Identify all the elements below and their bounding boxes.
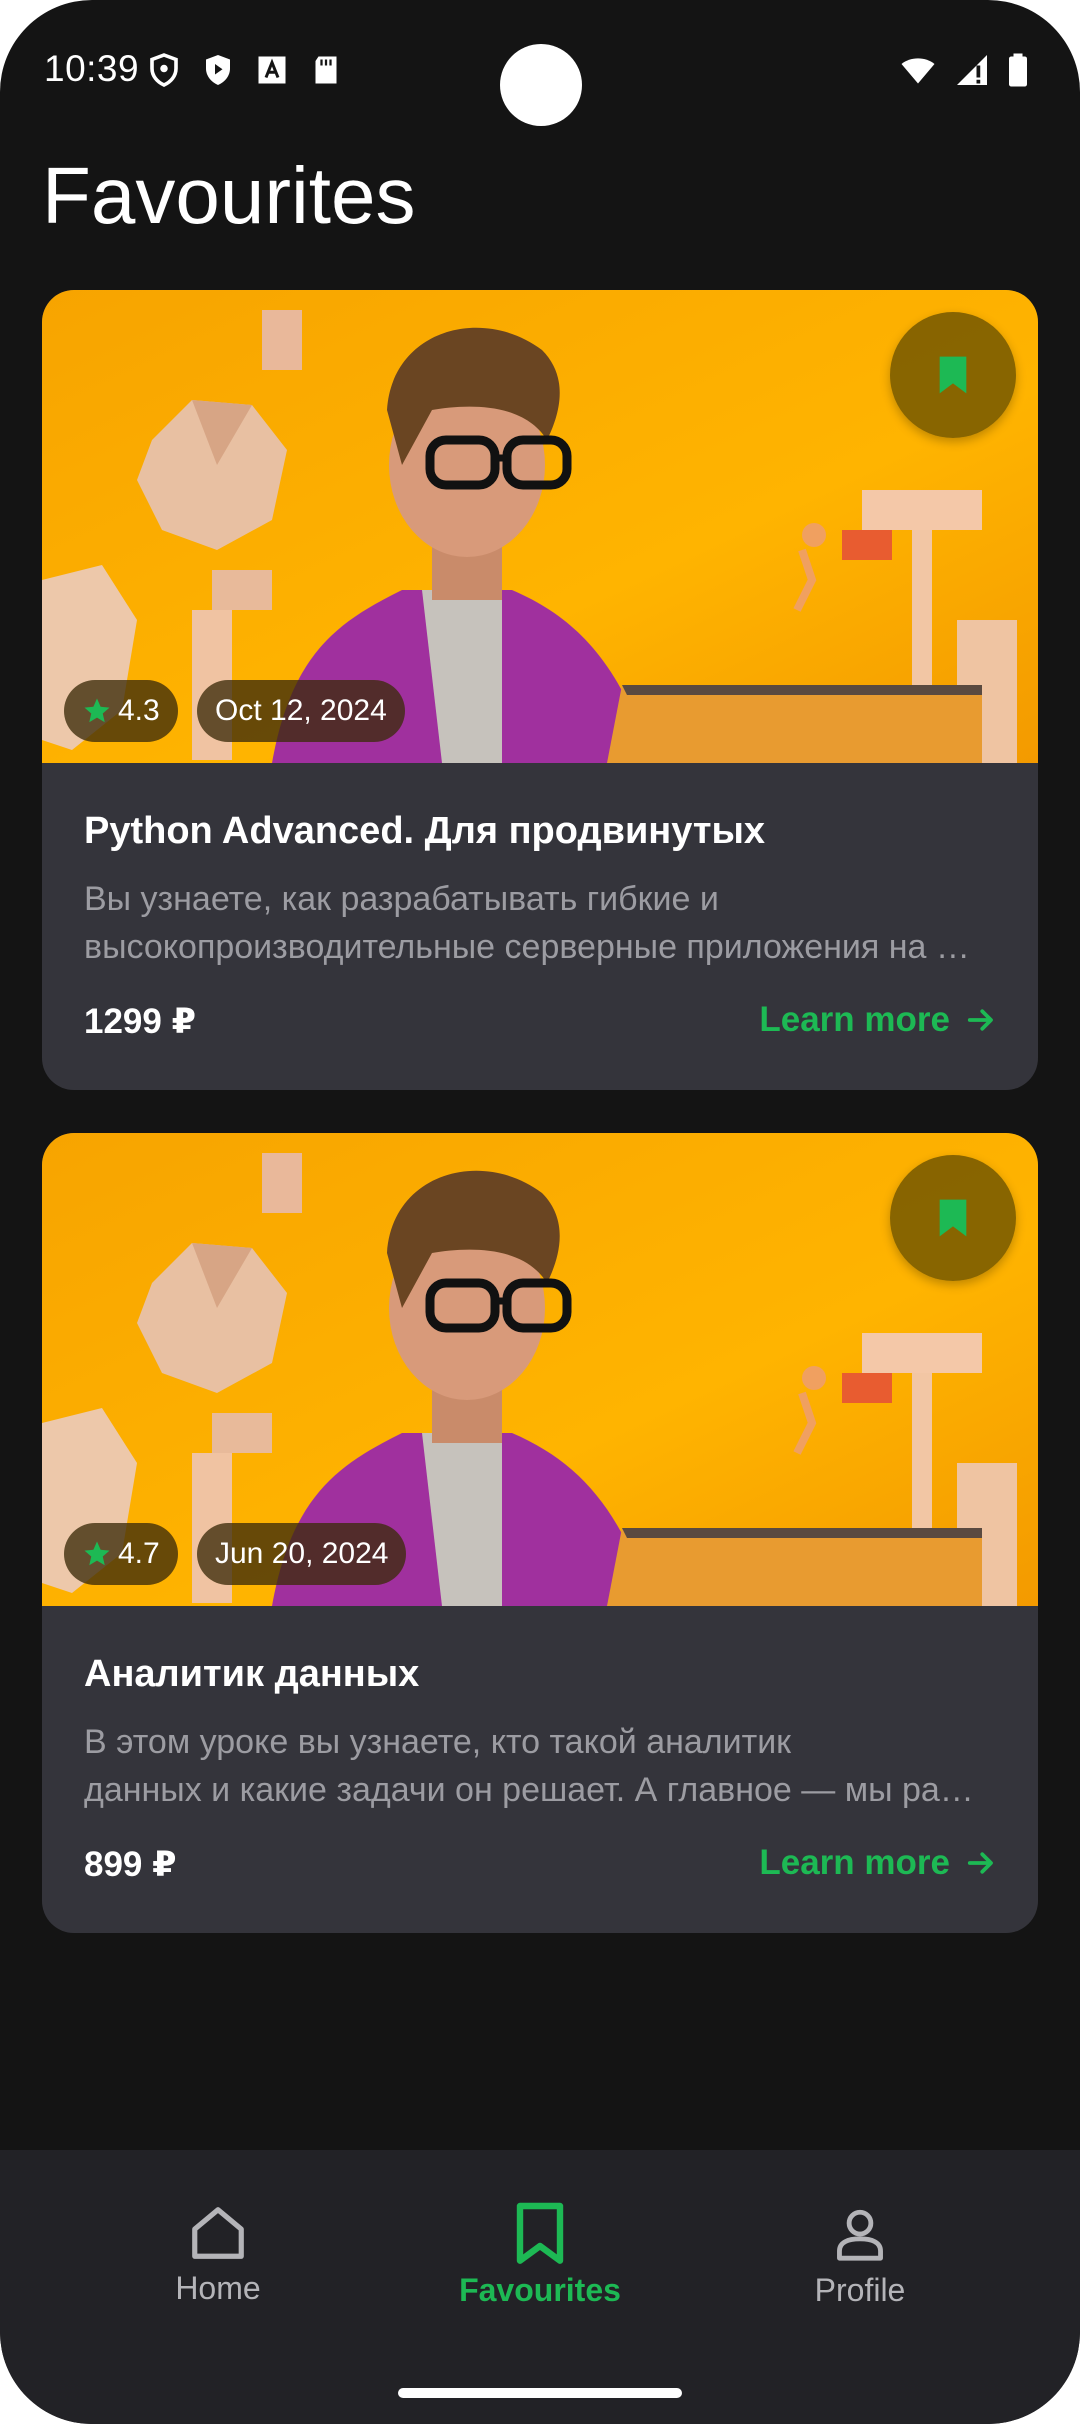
- bottom-navigation: Home Favourites Profile: [0, 2150, 1080, 2424]
- learn-more-label: Learn more: [759, 1843, 950, 1882]
- nav-label-profile: Profile: [814, 2272, 906, 2308]
- course-title: Аналитик данных: [84, 1653, 420, 1695]
- nav-label-home: Home: [175, 2270, 261, 2306]
- font-icon: [258, 56, 286, 84]
- course-description-line: данных и какие задачи он решает. А главн…: [84, 1771, 989, 1809]
- course-price: 899 ₽: [84, 1845, 177, 1884]
- home-icon: [192, 2207, 244, 2259]
- star-icon: [84, 698, 110, 723]
- wifi-icon: [901, 58, 935, 84]
- play-protect-icon: [206, 55, 230, 85]
- course-description: Вы узнаете, как разрабатывать гибкие и в…: [84, 875, 989, 971]
- phone-screen: 10:39 Favourites 4.3 Oct 12, 2024 Python…: [0, 0, 1080, 2424]
- rating-badge: 4.3: [64, 680, 178, 742]
- date-value: Jun 20, 2024: [215, 1537, 389, 1570]
- status-icons-left: [146, 52, 344, 88]
- course-cover-image: 4.7 Jun 20, 2024: [42, 1133, 1038, 1606]
- front-camera: [500, 44, 582, 126]
- arrow-right-icon: [967, 1852, 993, 1874]
- course-card[interactable]: 4.3 Oct 12, 2024 Python Advanced. Для пр…: [42, 290, 1038, 1090]
- date-badge: Oct 12, 2024: [197, 680, 405, 742]
- signal-icon: [957, 55, 987, 85]
- course-description-line: Вы узнаете, как разрабатывать гибкие и: [84, 880, 719, 918]
- rating-value: 4.3: [118, 694, 160, 727]
- course-description: В этом уроке вы узнаете, кто такой анали…: [84, 1718, 989, 1814]
- status-time: 10:39: [44, 48, 140, 89]
- shield-icon: [150, 53, 178, 87]
- nav-label-favourites: Favourites: [459, 2272, 621, 2308]
- bookmark-icon: [516, 2202, 564, 2264]
- bookmark-icon: [939, 356, 967, 394]
- home-indicator[interactable]: [398, 2388, 682, 2398]
- arrow-right-icon: [967, 1009, 993, 1031]
- bookmark-icon: [939, 1199, 967, 1237]
- sd-card-icon: [315, 56, 337, 84]
- rating-badge: 4.7: [64, 1523, 178, 1585]
- course-price: 1299 ₽: [84, 1002, 196, 1041]
- learn-more-label: Learn more: [759, 1000, 950, 1039]
- date-value: Oct 12, 2024: [215, 694, 387, 727]
- bookmark-button[interactable]: [890, 1155, 1016, 1281]
- battery-icon: [1009, 53, 1027, 87]
- course-cover-image: 4.3 Oct 12, 2024: [42, 290, 1038, 763]
- nav-item-home[interactable]: Home: [108, 2202, 328, 2307]
- course-description-line: В этом уроке вы узнаете, кто такой анали…: [84, 1723, 792, 1761]
- course-card[interactable]: 4.7 Jun 20, 2024 Аналитик данных В этом …: [42, 1133, 1038, 1933]
- nav-item-profile[interactable]: Profile: [750, 2202, 970, 2309]
- nav-item-favourites[interactable]: Favourites: [430, 2202, 650, 2309]
- status-icons-right: [898, 52, 1030, 88]
- status-bar: 10:39: [0, 0, 1080, 140]
- course-description-line: высокопроизводительные серверные приложе…: [84, 928, 989, 966]
- person-icon: [837, 2209, 883, 2261]
- learn-more-button[interactable]: Learn more: [759, 1000, 998, 1040]
- learn-more-button[interactable]: Learn more: [759, 1843, 998, 1883]
- bookmark-button[interactable]: [890, 312, 1016, 438]
- date-badge: Jun 20, 2024: [197, 1523, 407, 1585]
- rating-value: 4.7: [118, 1537, 160, 1570]
- page-title: Favourites: [42, 151, 416, 240]
- star-icon: [84, 1541, 110, 1566]
- course-title: Python Advanced. Для продвинутых: [84, 810, 766, 852]
